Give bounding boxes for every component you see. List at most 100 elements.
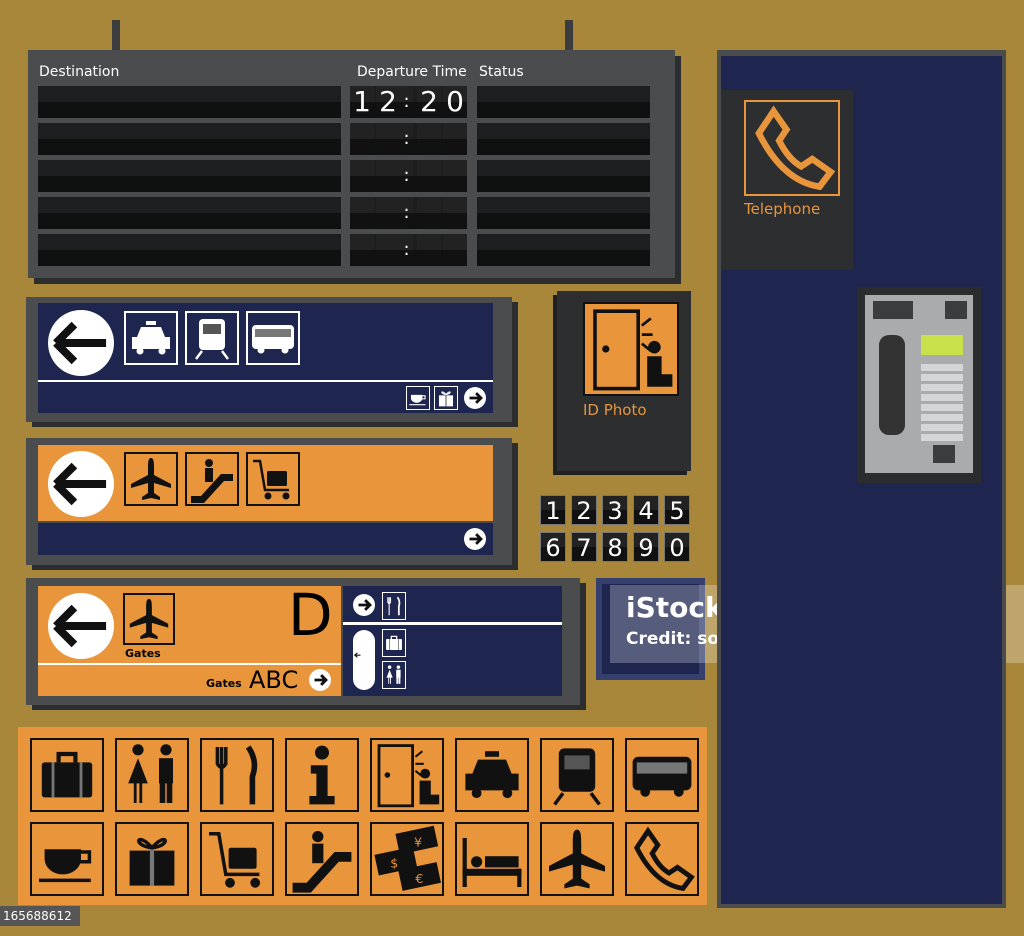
- digit-card: 5: [664, 495, 690, 525]
- luggage-icon: [30, 738, 104, 812]
- flap-digit: [376, 123, 400, 155]
- flap-digit: [443, 197, 467, 229]
- board-row: :: [38, 160, 650, 192]
- flap-digit: [350, 234, 374, 266]
- telephone-panel: Telephone: [717, 50, 1006, 908]
- gift-icon: [115, 822, 189, 896]
- restroom-icon: [382, 661, 406, 689]
- arrow-left-icon: [353, 630, 375, 690]
- board-row: :: [38, 123, 650, 155]
- flap-digit: [443, 160, 467, 192]
- departure-board: Destination Departure Time Status 1220::…: [28, 50, 675, 278]
- digit-card: 1: [540, 495, 566, 525]
- payphone[interactable]: [857, 287, 981, 483]
- header-destination: Destination: [39, 64, 120, 80]
- digit-card: 9: [633, 532, 659, 562]
- flap-colon: :: [400, 234, 413, 266]
- telephone-label: Telephone: [744, 200, 821, 218]
- flap-digit: [350, 197, 374, 229]
- id-photo-sign: ID Photo: [557, 291, 691, 471]
- arrow-right-icon: [309, 669, 331, 691]
- flap-digit: [417, 234, 441, 266]
- luggage-cart-icon: [200, 822, 274, 896]
- info-icon: [285, 738, 359, 812]
- gates-abc-label: Gates: [206, 677, 242, 690]
- coffee-icon: [30, 822, 104, 896]
- gates-label: Gates: [125, 647, 161, 660]
- flap-digit: [417, 160, 441, 192]
- flap-digit: 0: [443, 86, 467, 118]
- flap-digit: [417, 197, 441, 229]
- currency-exchange-icon: ¥ $ €: [370, 822, 444, 896]
- image-id: 165688612: [0, 906, 80, 926]
- bus-icon: [625, 738, 699, 812]
- transport-sign: [26, 297, 512, 422]
- train-icon: [540, 738, 614, 812]
- arrow-right-icon: [464, 528, 486, 550]
- arrow-right-icon: [464, 387, 486, 409]
- id-photo-icon: [370, 738, 444, 812]
- flap-digit: [376, 234, 400, 266]
- flap-colon: :: [400, 123, 413, 155]
- bus-icon: [246, 311, 300, 365]
- flap-digit: [443, 234, 467, 266]
- plane-icon: [124, 452, 178, 506]
- arrow-right-icon: [353, 594, 375, 616]
- digit-card: 7: [571, 532, 597, 562]
- luggage-cart-icon: [246, 452, 300, 506]
- arrow-left-icon: [48, 593, 114, 659]
- flap-digit: 2: [376, 86, 400, 118]
- icon-grid: ¥ $ €: [18, 727, 707, 905]
- flap-digit: [350, 123, 374, 155]
- train-icon: [185, 311, 239, 365]
- taxi-icon: [455, 738, 529, 812]
- handset[interactable]: [879, 335, 905, 435]
- digit-card: 2: [571, 495, 597, 525]
- digit-card: 4: [633, 495, 659, 525]
- digit-card: 3: [602, 495, 628, 525]
- gates-abc: ABC: [249, 666, 299, 694]
- coffee-icon: [406, 386, 430, 410]
- board-hook: [565, 20, 573, 52]
- board-row: 1220:: [38, 86, 650, 118]
- arrow-left-icon: [48, 451, 114, 517]
- restaurant-icon: [382, 592, 406, 620]
- svg-text:€: €: [415, 871, 423, 886]
- escalator-icon: [285, 822, 359, 896]
- flap-digit: [443, 123, 467, 155]
- flap-digit: 2: [417, 86, 441, 118]
- flap-colon: :: [400, 197, 413, 229]
- telephone-icon: [625, 822, 699, 896]
- digit-card: 0: [664, 532, 690, 562]
- board-row: :: [38, 197, 650, 229]
- luggage-icon: [382, 629, 406, 657]
- keypad[interactable]: [921, 361, 963, 441]
- flap-digit: [376, 197, 400, 229]
- gate-letter: D: [288, 581, 333, 649]
- id-photo-icon: [583, 302, 679, 396]
- flap-colon: :: [400, 86, 413, 118]
- taxi-icon: [124, 311, 178, 365]
- flap-digit: [417, 123, 441, 155]
- svg-text:¥: ¥: [414, 834, 422, 849]
- svg-text:$: $: [390, 855, 398, 870]
- arrow-left-icon: [48, 310, 114, 376]
- flap-digit: [376, 160, 400, 192]
- telephone-icon: [744, 100, 840, 196]
- restaurant-icon: [200, 738, 274, 812]
- digit-card: 6: [540, 532, 566, 562]
- header-departure-time: Departure Time: [357, 64, 467, 80]
- gates-plane-icon: [123, 593, 175, 645]
- flap-colon: :: [400, 160, 413, 192]
- restroom-icon: [115, 738, 189, 812]
- airport-sign: [26, 438, 512, 565]
- flap-digit: [350, 160, 374, 192]
- watermark-brand: iStock: [626, 591, 724, 624]
- board-hook: [112, 20, 120, 52]
- telephone-sign: Telephone: [721, 90, 853, 270]
- gift-icon: [434, 386, 458, 410]
- id-photo-label: ID Photo: [583, 401, 647, 419]
- hotel-icon: [455, 822, 529, 896]
- digit-card: 8: [602, 532, 628, 562]
- board-row: :: [38, 234, 650, 266]
